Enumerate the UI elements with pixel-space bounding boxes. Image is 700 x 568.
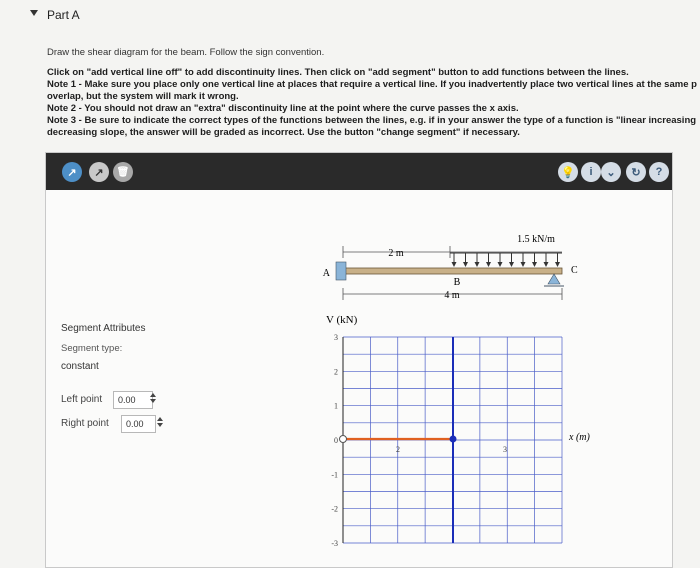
- roller-support-c: [547, 273, 561, 285]
- y-tick-label: 0: [334, 436, 338, 445]
- drawing-tool-panel: ↗ ↗ 🗑 💡 i ⌄ ↻ ? Segment Attributes Segme…: [45, 152, 673, 568]
- trash-icon[interactable]: 🗑: [113, 162, 133, 182]
- load-arrow-head: [509, 262, 514, 267]
- part-header[interactable]: Part A: [0, 0, 700, 30]
- load-arrow-head: [486, 262, 491, 267]
- beam-figure: 2 m 1.5 kN/m A C B 4 m: [323, 234, 578, 301]
- reset-icon[interactable]: ↻: [626, 162, 646, 182]
- load-arrow-head: [463, 262, 468, 267]
- instruction-note: overlap, but the system will mark it wro…: [47, 91, 239, 102]
- beam-and-graph: 2 m 1.5 kN/m A C B 4 m V (kN) 3 2 1 0 -1 -2 -3…: [323, 234, 591, 548]
- instructions: Draw the shear diagram for the beam. Fol…: [47, 47, 700, 139]
- segment-end-point[interactable]: [449, 435, 457, 443]
- instruction-note: Note 2 - You should not draw an "extra" …: [47, 103, 519, 114]
- part-title: Part A: [47, 8, 80, 22]
- point-b-label: B: [454, 277, 461, 288]
- collapse-caret-icon[interactable]: [30, 10, 38, 16]
- distributed-load-arrows: [451, 253, 560, 267]
- load-arrow-head: [555, 262, 560, 267]
- dim-left-label: 2 m: [388, 248, 404, 259]
- load-arrow-head: [520, 262, 526, 267]
- load-arrow-head: [451, 262, 457, 267]
- y-tick-label: -1: [331, 470, 338, 479]
- x-tick-label: 3: [503, 445, 507, 454]
- fixed-support-a: [335, 261, 347, 281]
- info-icon[interactable]: i: [581, 162, 601, 182]
- dropdown-icon[interactable]: ⌄: [601, 162, 621, 182]
- instruction-note: Note 3 - Be sure to indicate the correct…: [47, 115, 697, 126]
- y-tick-label: 1: [334, 402, 338, 411]
- instruction-note: decreasing slope, the answer will be gra…: [47, 127, 520, 138]
- instruction-line: Click on "add vertical line off" to add …: [47, 67, 629, 78]
- load-arrow-head: [543, 262, 549, 267]
- y-tick-label: -3: [331, 539, 338, 548]
- pencil-line-icon[interactable]: ↗: [62, 162, 82, 182]
- segment-start-point[interactable]: [339, 435, 347, 443]
- beam-body: [343, 267, 563, 275]
- support-a-label: A: [323, 268, 331, 279]
- x-axis-label: x (m): [568, 432, 590, 443]
- y-axis-label: V (kN): [326, 314, 358, 326]
- load-label: 1.5 kN/m: [517, 234, 555, 245]
- hint-icon[interactable]: 💡: [558, 162, 578, 182]
- instruction-line: Draw the shear diagram for the beam. Fol…: [47, 47, 325, 58]
- load-arrow-head: [532, 262, 537, 267]
- y-tick-label: 3: [334, 333, 338, 342]
- pencil-segment-icon[interactable]: ↗: [89, 162, 109, 182]
- toolbar: ↗ ↗ 🗑 💡 i ⌄ ↻ ?: [46, 153, 672, 190]
- x-tick-label: 2: [396, 445, 400, 454]
- y-tick-label: -2: [331, 505, 338, 514]
- load-arrow-head: [474, 262, 480, 267]
- instruction-note: Note 1 - Make sure you place only one ve…: [47, 79, 697, 90]
- y-tick-label: 2: [334, 367, 338, 376]
- load-arrow-head: [497, 262, 503, 267]
- y-tick-labels: 3 2 1 0 -1 -2 -3: [331, 333, 338, 548]
- dim-total-label: 4 m: [444, 290, 460, 301]
- help-icon[interactable]: ?: [649, 162, 669, 182]
- support-c-label: C: [571, 265, 578, 276]
